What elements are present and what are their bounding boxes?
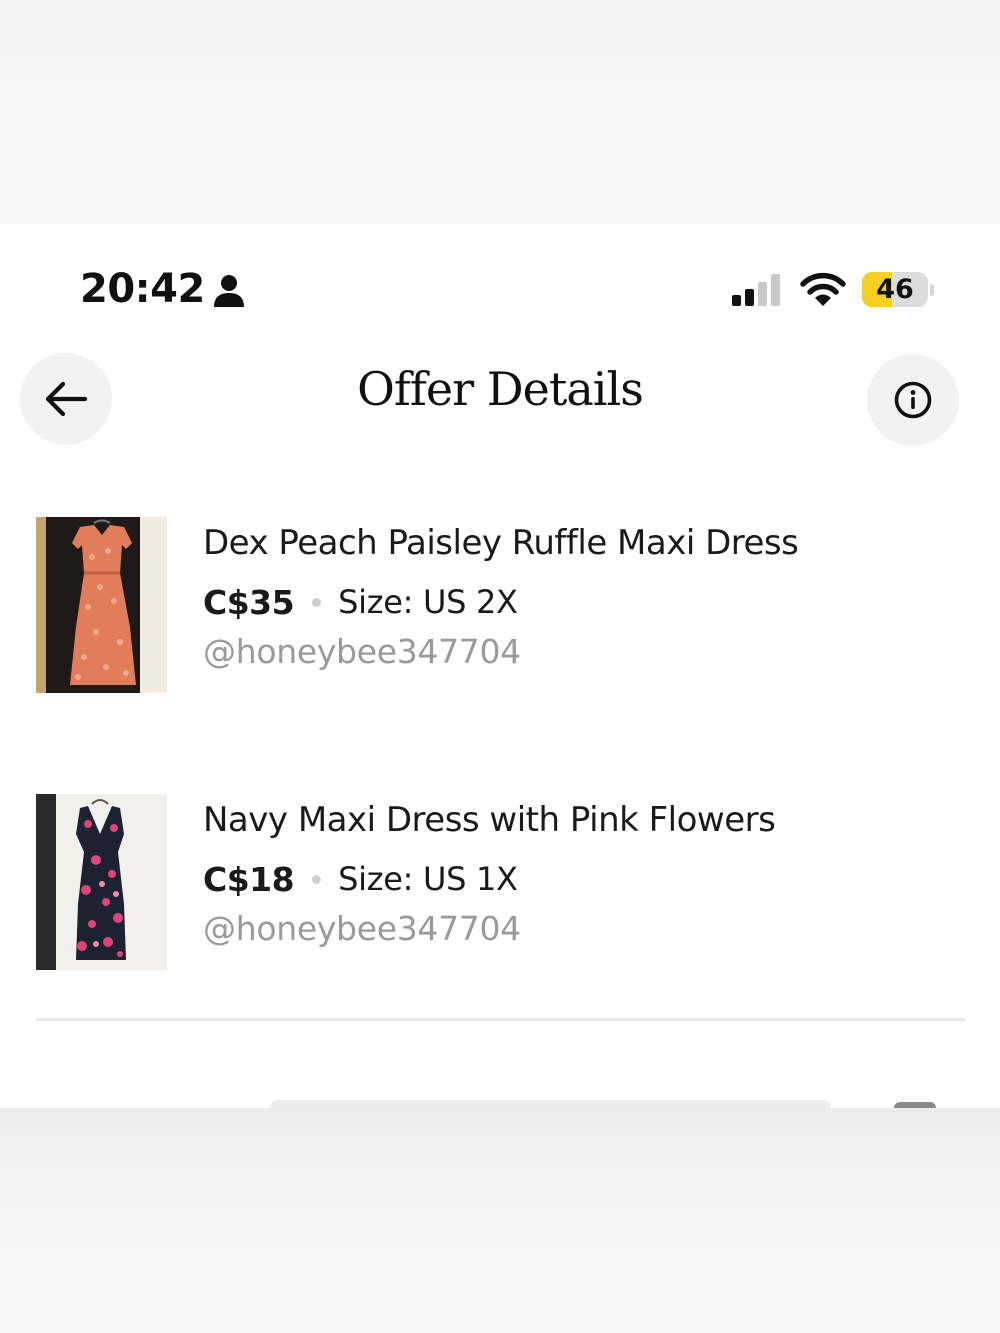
person-icon [214,275,244,307]
item-size: Size: US 2X [338,583,518,621]
wifi-icon [800,272,846,306]
page-title: Offer Details [357,362,644,416]
back-button[interactable] [20,353,112,445]
cellular-signal-icon [732,274,780,306]
item-title[interactable]: Dex Peach Paisley Ruffle Maxi Dress [203,523,799,563]
blurred-top-background [0,0,1000,224]
offer-item[interactable]: Dex Peach Paisley Ruffle Maxi Dress C$35… [36,517,966,693]
peach-paisley-dress-photo[interactable] [36,517,167,693]
battery-tip [930,284,934,296]
section-divider [36,1018,965,1021]
app-screen: 20:42 46 Offer Details Dex Peach Paisley… [0,224,1000,1108]
arrow-left-icon [45,381,88,417]
seller-username[interactable]: @honeybee347704 [203,909,521,948]
navy-floral-dress-photo[interactable] [36,794,167,970]
item-title[interactable]: Navy Maxi Dress with Pink Flowers [203,800,776,840]
status-time: 20:42 [80,266,205,312]
battery-icon: 46 [862,272,928,307]
separator-dot [312,597,322,607]
info-circle-icon [894,381,932,419]
item-meta: C$35 Size: US 2X [203,582,518,622]
seller-username[interactable]: @honeybee347704 [203,632,521,671]
item-size: Size: US 1X [338,860,518,898]
offer-item[interactable]: Navy Maxi Dress with Pink Flowers C$18 S… [36,794,966,970]
battery-percentage: 46 [876,274,914,305]
item-price: C$35 [203,582,295,622]
separator-dot [312,874,322,884]
item-meta: C$18 Size: US 1X [203,859,518,899]
info-button[interactable] [867,354,959,446]
partially-visible-element [270,1100,830,1108]
item-price: C$18 [203,859,295,899]
blurred-bottom-background [0,1108,1000,1333]
